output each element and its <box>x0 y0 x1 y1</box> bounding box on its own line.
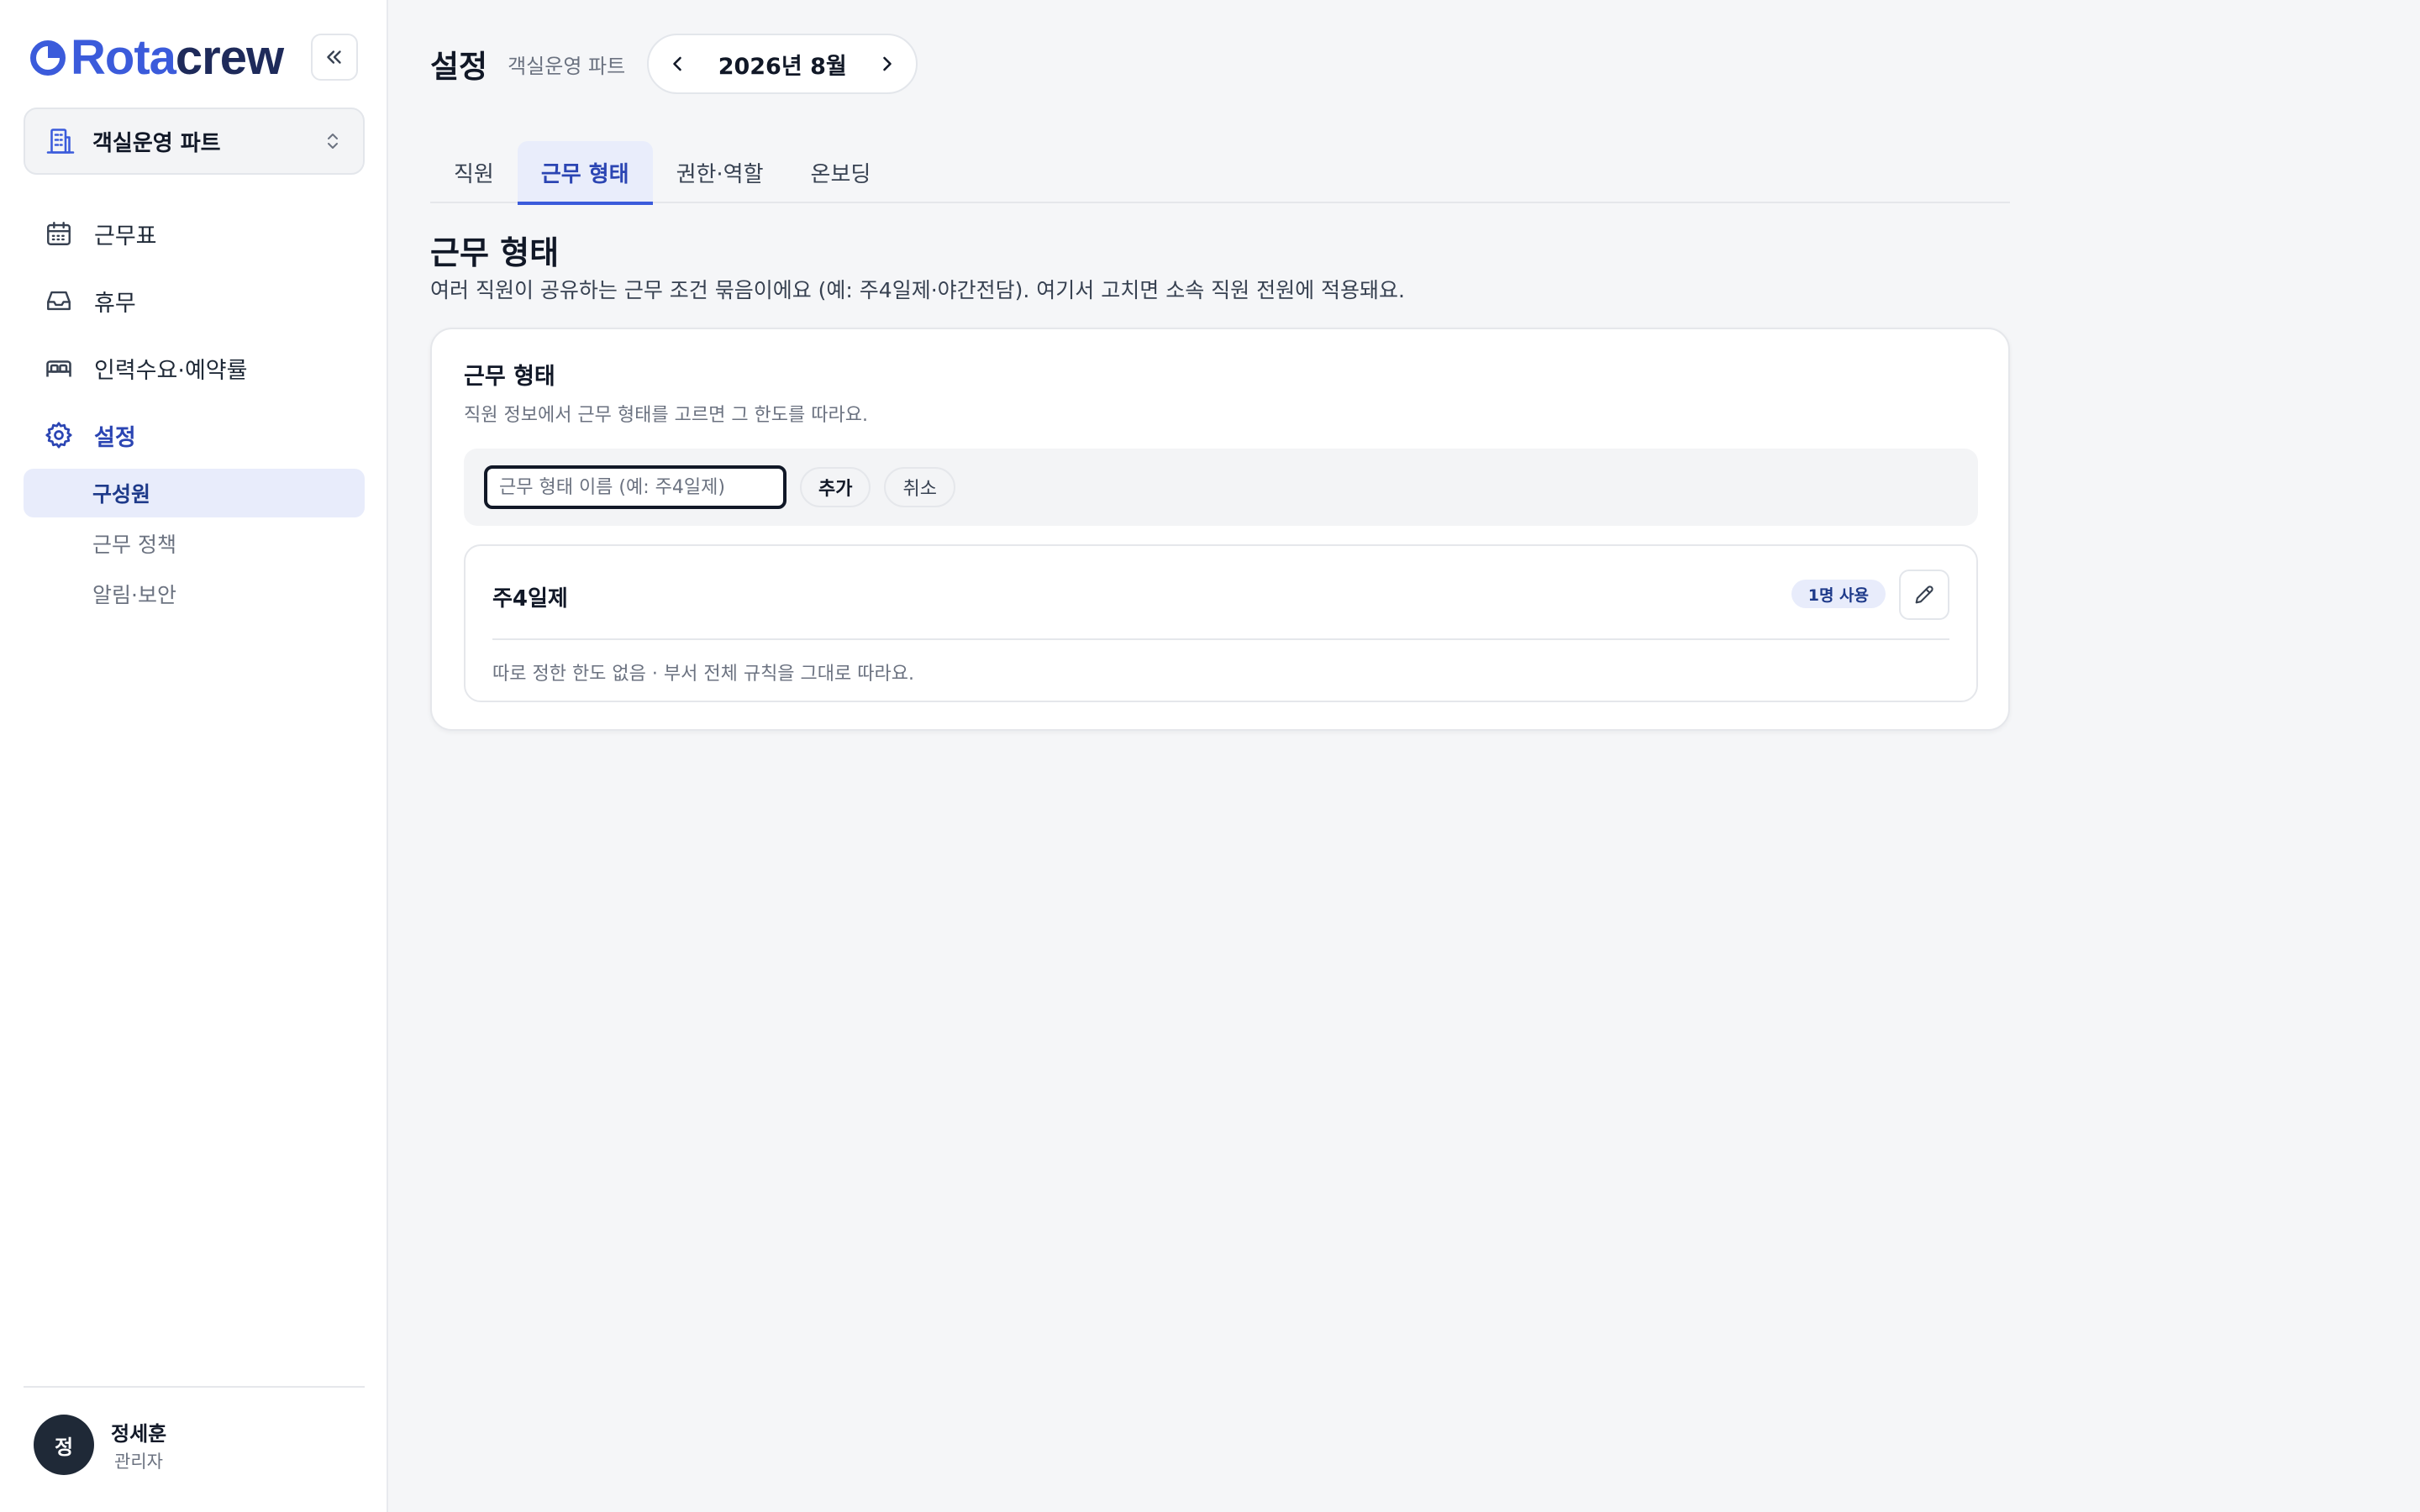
sidebar-item-label: 휴무 <box>94 290 136 317</box>
user-name: 정세훈 <box>111 1421 167 1446</box>
section-description: 여러 직원이 공유하는 근무 조건 묶음이에요 (예: 주4일제·야간전담). … <box>430 278 1405 302</box>
work-types-card: 근무 형태 직원 정보에서 근무 형태를 고르면 그 한도를 따라요. 추가 취… <box>430 328 2010 731</box>
pencil-icon <box>1915 585 1933 604</box>
sidebar-item-label: 인력수요·예약률 <box>94 357 248 384</box>
sidebar: Rotacrew 객실운영 파트 근무표 휴무 인력수요·예약률 설정 구성원 … <box>0 0 388 1512</box>
sidebar-subitem-work-policy[interactable]: 근무 정책 <box>24 519 365 568</box>
calendar-icon <box>42 217 76 250</box>
tab-staff[interactable]: 직원 <box>430 141 518 203</box>
work-type-note: 따로 정한 한도 없음 · 부서 전체 규칙을 그대로 따라요. <box>492 664 914 685</box>
work-type-name: 주4일제 <box>492 586 568 612</box>
current-month: 2026년 8월 <box>718 53 847 80</box>
user-profile[interactable]: 정 정세훈 관리자 <box>34 1415 166 1475</box>
page-header: 설정 객실운영 파트 2026년 8월 <box>430 34 918 94</box>
bed-icon <box>42 351 76 385</box>
work-type-item: 주4일제 1명 사용 따로 정한 한도 없음 · 부서 전체 규칙을 그대로 따… <box>464 544 1978 702</box>
card-title: 근무 형태 <box>464 364 555 390</box>
sidebar-item-demand[interactable]: 인력수요·예약률 <box>24 334 365 402</box>
sidebar-nav: 근무표 휴무 인력수요·예약률 설정 구성원 근무 정책 알림·보안 <box>24 200 365 620</box>
tab-permissions-roles[interactable]: 권한·역할 <box>653 141 787 203</box>
page-subtitle: 객실운영 파트 <box>508 54 626 78</box>
add-button[interactable]: 추가 <box>800 467 871 507</box>
sidebar-item-label: 근무표 <box>94 223 157 249</box>
collapse-sidebar-button[interactable] <box>311 34 358 81</box>
settings-tabs: 직원 근무 형태 권한·역할 온보딩 <box>430 141 2010 205</box>
sidebar-subitem-alerts-security[interactable]: 알림·보안 <box>24 570 365 618</box>
tab-work-types[interactable]: 근무 형태 <box>517 141 653 205</box>
sidebar-item-settings[interactable]: 설정 <box>24 402 365 469</box>
department-selector[interactable]: 객실운영 파트 <box>24 108 365 175</box>
work-type-name-input[interactable] <box>484 465 786 509</box>
section-title: 근무 형태 <box>430 234 560 271</box>
chevron-updown-icon <box>328 134 338 149</box>
tab-onboarding[interactable]: 온보딩 <box>787 141 895 203</box>
card-description: 직원 정보에서 근무 형태를 고르면 그 한도를 따라요. <box>464 405 868 426</box>
avatar: 정 <box>34 1415 94 1475</box>
inbox-icon <box>42 284 76 318</box>
divider <box>492 638 1949 640</box>
logo-icon <box>30 40 66 76</box>
edit-button[interactable] <box>1899 570 1949 620</box>
sidebar-item-label: 설정 <box>94 424 136 451</box>
chevron-right-icon[interactable] <box>876 52 899 76</box>
brand-name: Rotacrew <box>71 30 284 85</box>
divider <box>24 1386 365 1388</box>
user-role: 관리자 <box>114 1451 163 1472</box>
department-label: 객실운영 파트 <box>92 130 221 156</box>
page-title: 설정 <box>430 49 488 85</box>
sidebar-item-dayoff[interactable]: 휴무 <box>24 267 365 334</box>
cancel-button[interactable]: 취소 <box>884 467 955 507</box>
main-content: 설정 객실운영 파트 2026년 8월 직원 근무 형태 권한·역할 온보딩 근… <box>388 0 2420 1512</box>
sidebar-item-schedule[interactable]: 근무표 <box>24 200 365 267</box>
usage-badge: 1명 사용 <box>1791 580 1886 608</box>
chevron-left-icon[interactable] <box>666 52 689 76</box>
add-work-type-row: 추가 취소 <box>464 449 1978 526</box>
building-icon <box>46 129 75 154</box>
month-navigator: 2026년 8월 <box>647 34 918 94</box>
gear-icon <box>42 418 76 452</box>
brand-logo[interactable]: Rotacrew <box>29 32 360 84</box>
chevrons-left-icon <box>327 50 341 64</box>
sidebar-subitem-members[interactable]: 구성원 <box>24 469 365 517</box>
